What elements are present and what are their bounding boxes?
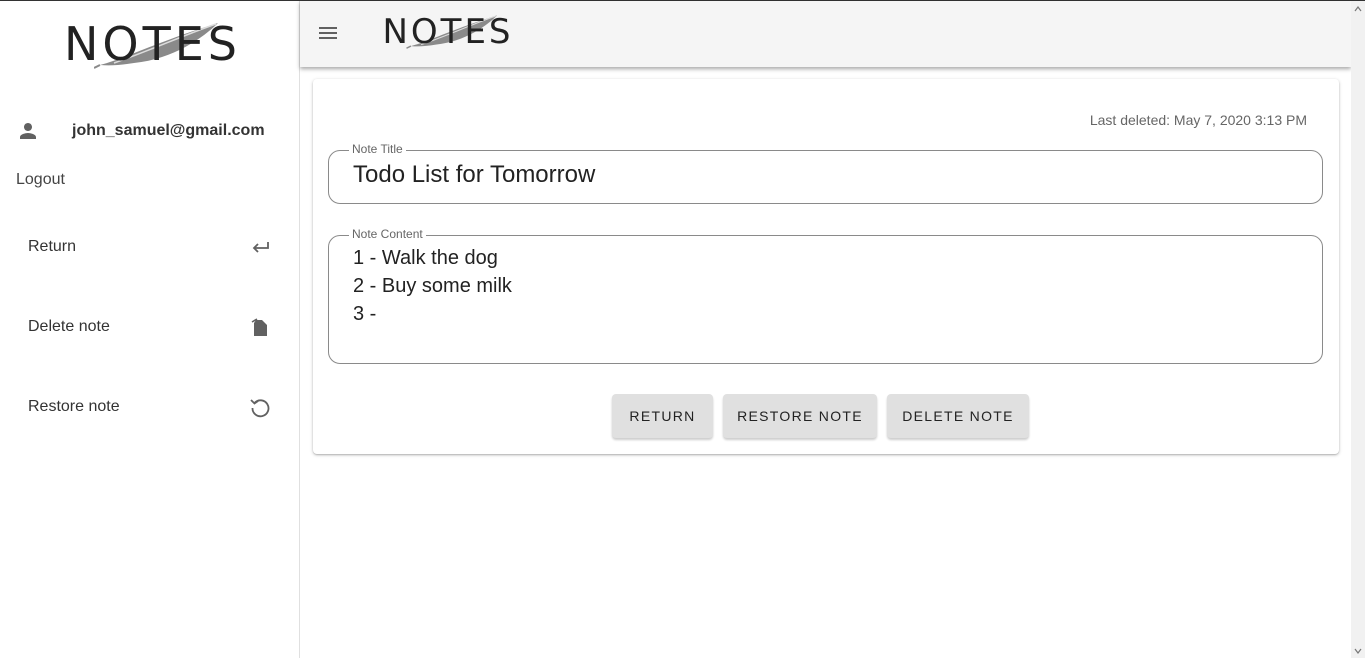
logo-text: NOTES	[382, 12, 514, 52]
note-card: Last deleted: May 7, 2020 3:13 PM Note T…	[313, 79, 1339, 454]
restore-note-button[interactable]: RESTORE NOTE	[723, 394, 877, 438]
note-title-field[interactable]: Note Title Todo List for Tomorrow	[328, 142, 1323, 204]
sidebar-logo: NOTES	[60, 13, 245, 75]
restore-icon	[248, 395, 272, 419]
content-line: 1 - Walk the dog	[353, 247, 498, 269]
logo-text: NOTES	[64, 17, 241, 71]
sidebar-item-label: Restore note	[28, 398, 120, 415]
last-deleted-timestamp: Last deleted: May 7, 2020 3:13 PM	[1089, 112, 1307, 128]
sidebar-item-delete-note[interactable]: Delete note	[28, 312, 272, 342]
notes-app: NOTES john_samuel@gmail.com Logout Retur…	[0, 0, 1365, 658]
file-delete-icon	[248, 315, 272, 339]
hamburger-menu-icon[interactable]	[316, 21, 340, 45]
person-icon	[20, 123, 36, 139]
content-line: 2 - Buy some milk	[353, 275, 512, 297]
header-logo: NOTES	[380, 9, 516, 55]
delete-note-button[interactable]: DELETE NOTE	[887, 394, 1029, 438]
note-content-textarea[interactable]: 1 - Walk the dog 2 - Buy some milk 3 -	[353, 244, 512, 328]
note-content-field[interactable]: Note Content 1 - Walk the dog 2 - Buy so…	[328, 227, 1323, 364]
note-title-label: Note Title	[349, 142, 406, 156]
scroll-down-arrow-icon[interactable]	[1354, 647, 1362, 655]
sidebar-item-restore-note[interactable]: Restore note	[28, 392, 272, 422]
logout-link[interactable]: Logout	[16, 171, 65, 189]
sidebar-item-return[interactable]: Return	[28, 232, 272, 262]
top-bar: NOTES	[300, 1, 1351, 67]
note-content-label: Note Content	[349, 227, 426, 241]
return-arrow-icon	[248, 235, 272, 259]
sidebar: NOTES john_samuel@gmail.com Logout Retur…	[0, 1, 300, 658]
scroll-up-arrow-icon[interactable]	[1354, 5, 1362, 13]
vertical-scrollbar[interactable]	[1351, 1, 1365, 658]
sidebar-item-label: Return	[28, 238, 77, 255]
content-line: 3 -	[353, 303, 377, 325]
user-email: john_samuel@gmail.com	[72, 122, 265, 139]
user-row: john_samuel@gmail.com	[16, 117, 286, 145]
note-title-input[interactable]: Todo List for Tomorrow	[353, 161, 595, 189]
sidebar-item-label: Delete note	[28, 318, 110, 335]
return-button[interactable]: RETURN	[612, 394, 713, 438]
